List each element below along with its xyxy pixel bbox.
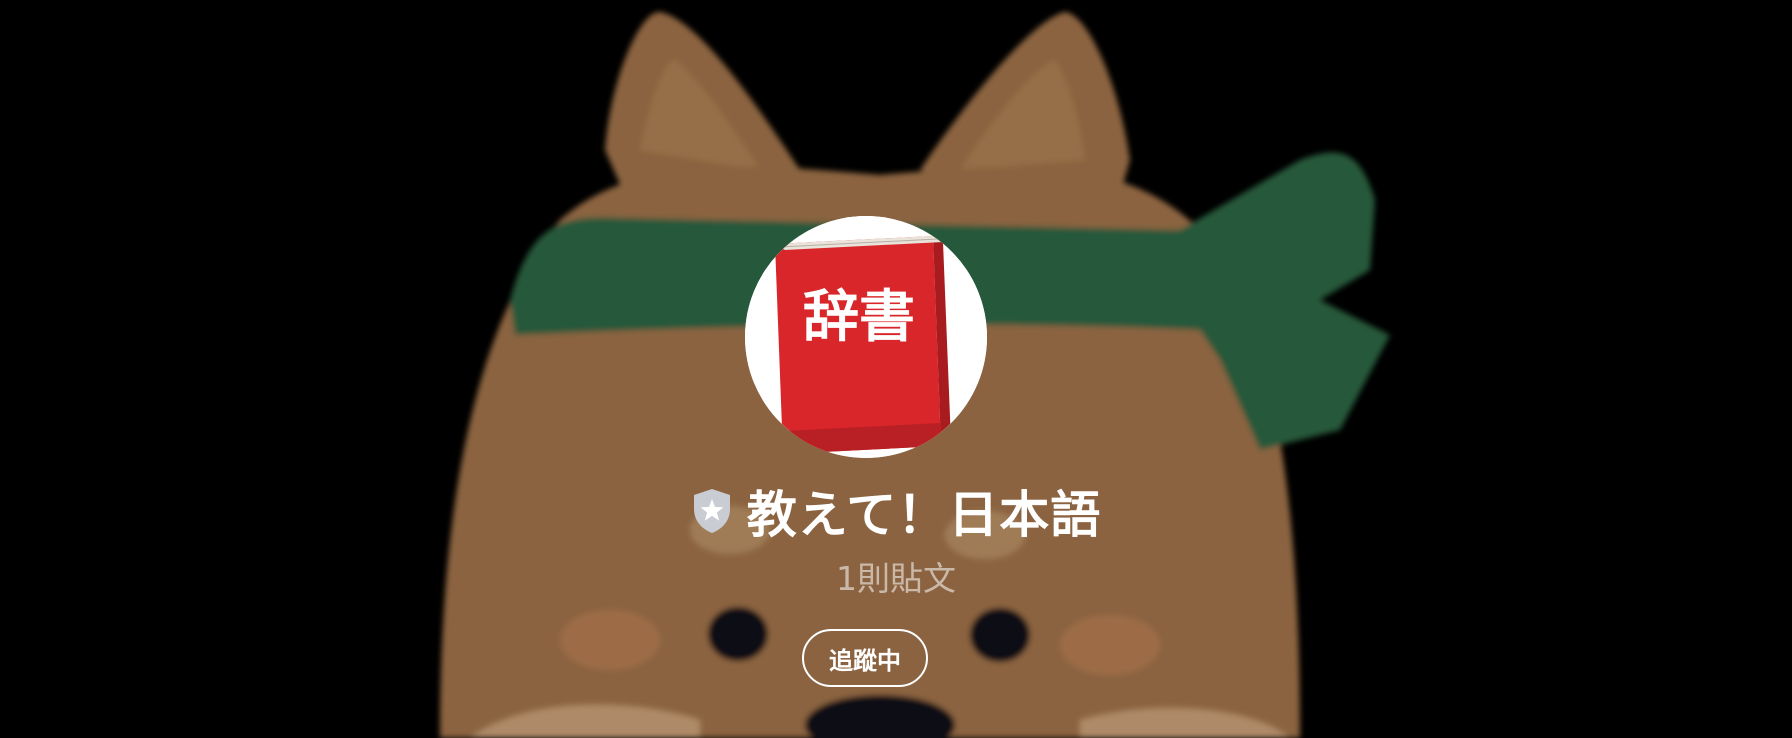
following-button[interactable]: 追蹤中: [802, 629, 928, 687]
avatar-book-title: 辞書: [803, 285, 915, 350]
profile-name: 教えて！日本語: [746, 486, 1102, 544]
shield-star-icon: [691, 487, 733, 535]
profile-header: 辞書 教えて！日本語 1則貼文 追蹤中: [0, 0, 1792, 738]
profile-name-row: 教えて！日本語: [0, 480, 1792, 544]
profile-avatar[interactable]: 辞書: [745, 216, 987, 458]
post-count: 1則貼文: [836, 559, 956, 598]
